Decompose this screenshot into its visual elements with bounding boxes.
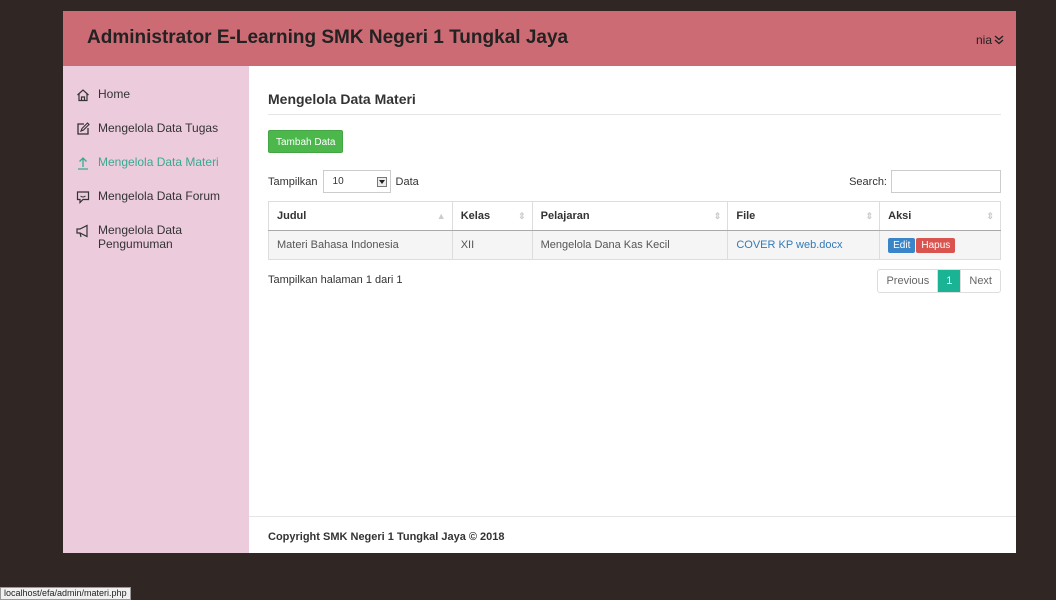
next-page-button[interactable]: Next bbox=[961, 270, 1000, 292]
sort-icon: ⇕ bbox=[518, 211, 526, 221]
comment-icon bbox=[76, 191, 90, 204]
main-content: Mengelola Data Materi Tambah Data Tampil… bbox=[249, 66, 1016, 553]
search-control: Search: bbox=[849, 170, 1001, 193]
sidebar-item-label: Mengelola Data Pengumuman bbox=[98, 223, 183, 251]
page-length-control: Tampilkan 10 Data bbox=[268, 170, 419, 193]
cell-file: COVER KP web.docx bbox=[727, 230, 881, 260]
caret-down-icon bbox=[376, 176, 387, 187]
cell-pelajaran: Mengelola Dana Kas Kecil bbox=[531, 230, 729, 260]
browser-status-url: localhost/efa/admin/materi.php bbox=[0, 587, 131, 600]
add-data-button[interactable]: Tambah Data bbox=[268, 130, 344, 153]
previous-page-button[interactable]: Previous bbox=[878, 270, 939, 292]
search-label: Search: bbox=[849, 175, 887, 188]
chevron-double-down-icon bbox=[994, 35, 1004, 45]
length-label-prefix: Tampilkan bbox=[268, 175, 318, 188]
page-1-button[interactable]: 1 bbox=[938, 270, 962, 292]
edit-button[interactable]: Edit bbox=[888, 237, 916, 253]
cell-kelas: XII bbox=[451, 230, 533, 260]
column-header-file[interactable]: File ⇕ bbox=[727, 201, 881, 231]
column-header-judul[interactable]: Judul ▲ bbox=[268, 201, 453, 231]
table-row: Materi Bahasa Indonesia XII Mengelola Da… bbox=[268, 230, 1001, 260]
sidebar-item-forum[interactable]: Mengelola Data Forum bbox=[63, 189, 249, 223]
sort-icon: ⇕ bbox=[865, 211, 874, 221]
home-icon bbox=[77, 89, 89, 102]
column-header-kelas[interactable]: Kelas ⇕ bbox=[451, 201, 533, 231]
user-name: nia bbox=[975, 33, 992, 47]
file-link[interactable]: COVER KP web.docx bbox=[736, 239, 842, 251]
copyright-text: Copyright SMK Negeri 1 Tungkal Jaya © 20… bbox=[268, 531, 505, 543]
sort-icon: ⇕ bbox=[986, 211, 994, 221]
table-info: Tampilkan halaman 1 dari 1 bbox=[268, 274, 403, 286]
page-length-value: 10 bbox=[332, 176, 344, 187]
column-header-pelajaran[interactable]: Pelajaran ⇕ bbox=[531, 201, 729, 231]
app-title: Administrator E-Learning SMK Negeri 1 Tu… bbox=[87, 27, 569, 48]
bullhorn-icon bbox=[76, 224, 88, 238]
top-header: Administrator E-Learning SMK Negeri 1 Tu… bbox=[63, 11, 1016, 66]
page-title: Mengelola Data Materi bbox=[268, 91, 416, 107]
materi-table: Judul ▲ Kelas ⇕ Pelajaran ⇕ File ⇕ Aksi ⇕ Mat… bbox=[268, 201, 1001, 260]
title-divider bbox=[268, 114, 1001, 115]
sidebar-item-pengumuman[interactable]: Mengelola Data Pengumuman bbox=[63, 223, 249, 267]
cell-aksi: Edit Hapus bbox=[879, 230, 1001, 260]
app-window: Administrator E-Learning SMK Negeri 1 Tu… bbox=[63, 11, 1016, 553]
sidebar-item-tugas[interactable]: Mengelola Data Tugas bbox=[63, 121, 249, 155]
sidebar: Home Mengelola Data Tugas Mengelola Data… bbox=[63, 66, 249, 553]
page-length-select[interactable]: 10 bbox=[322, 170, 391, 193]
column-header-aksi[interactable]: Aksi ⇕ bbox=[879, 201, 1001, 231]
sidebar-item-label: Mengelola Data Forum bbox=[98, 189, 221, 203]
search-input[interactable] bbox=[891, 170, 1001, 193]
delete-button[interactable]: Hapus bbox=[916, 237, 956, 253]
sort-icon: ⇕ bbox=[713, 211, 722, 221]
sidebar-item-label: Home bbox=[98, 87, 131, 101]
upload-icon bbox=[78, 157, 88, 170]
pagination: Previous 1 Next bbox=[877, 269, 1001, 293]
sidebar-item-label: Mengelola Data Materi bbox=[98, 155, 219, 169]
cell-judul: Materi Bahasa Indonesia bbox=[268, 230, 453, 260]
user-menu[interactable]: nia bbox=[976, 33, 1004, 47]
table-header-row: Judul ▲ Kelas ⇕ Pelajaran ⇕ File ⇕ Aksi ⇕ bbox=[268, 201, 1001, 231]
edit-icon bbox=[77, 122, 90, 135]
sort-asc-icon: ▲ bbox=[436, 211, 446, 221]
length-label-suffix: Data bbox=[395, 175, 419, 188]
sidebar-item-label: Mengelola Data Tugas bbox=[98, 121, 219, 135]
sidebar-item-home[interactable]: Home bbox=[63, 87, 249, 121]
footer: Copyright SMK Negeri 1 Tungkal Jaya © 20… bbox=[249, 516, 1016, 553]
sidebar-item-materi[interactable]: Mengelola Data Materi bbox=[63, 155, 249, 189]
